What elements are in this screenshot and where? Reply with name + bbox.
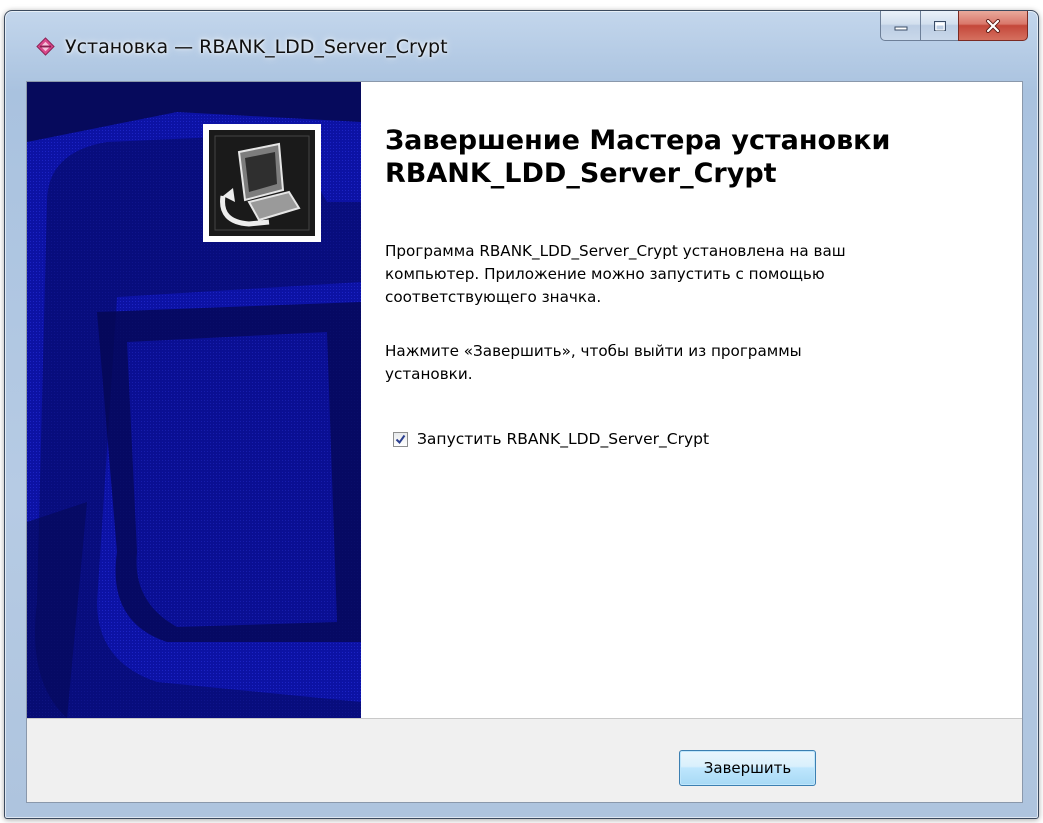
paragraph2-line2: установки. [385,365,473,383]
paragraph1-line1: Программа RBANK_LDD_Server_Crypt установ… [385,242,846,260]
paragraph1-line3: соответствующего значка. [385,288,602,306]
paragraph2-line1: Нажмите «Завершить», чтобы выйти из прог… [385,342,802,360]
setup-logo [203,124,321,242]
wizard-side-image [27,82,361,718]
paragraph1-line2: компьютер. Приложение можно запустить с … [385,265,825,283]
finish-instruction-text: Нажмите «Завершить», чтобы выйти из прог… [385,340,995,386]
installer-window: Установка — RBANK_LDD_Server_Crypt Завер… [4,10,1039,819]
maximize-button[interactable] [920,11,958,41]
title-bar[interactable]: Установка — RBANK_LDD_Server_Crypt [5,11,1038,79]
wizard-content-pane: Завершение Мастера установки RBANK_LDD_S… [361,82,1022,718]
finish-button[interactable]: Завершить [679,750,816,786]
maximize-icon [933,20,946,31]
heading-line-1: Завершение Мастера установки [385,125,891,156]
heading-line-2: RBANK_LDD_Server_Crypt [385,158,777,189]
close-button[interactable] [958,11,1028,41]
install-complete-text: Программа RBANK_LDD_Server_Crypt установ… [385,240,995,309]
launch-app-checkbox[interactable] [393,431,408,447]
setup-app-icon [36,37,55,56]
close-icon [986,18,1000,33]
minimize-button[interactable] [880,11,920,41]
window-title: Установка — RBANK_LDD_Server_Crypt [65,36,448,58]
checkmark-icon [395,434,406,444]
launch-app-option[interactable]: Запустить RBANK_LDD_Server_Crypt [393,430,709,448]
wizard-client-area: Завершение Мастера установки RBANK_LDD_S… [26,81,1023,803]
wizard-button-bar: Завершить [27,718,1022,802]
wizard-heading: Завершение Мастера установки RBANK_LDD_S… [385,124,1005,190]
minimize-icon [894,26,907,30]
caption-buttons [880,11,1028,41]
setup-computer-icon [209,130,315,236]
launch-app-label[interactable]: Запустить RBANK_LDD_Server_Crypt [417,430,709,448]
